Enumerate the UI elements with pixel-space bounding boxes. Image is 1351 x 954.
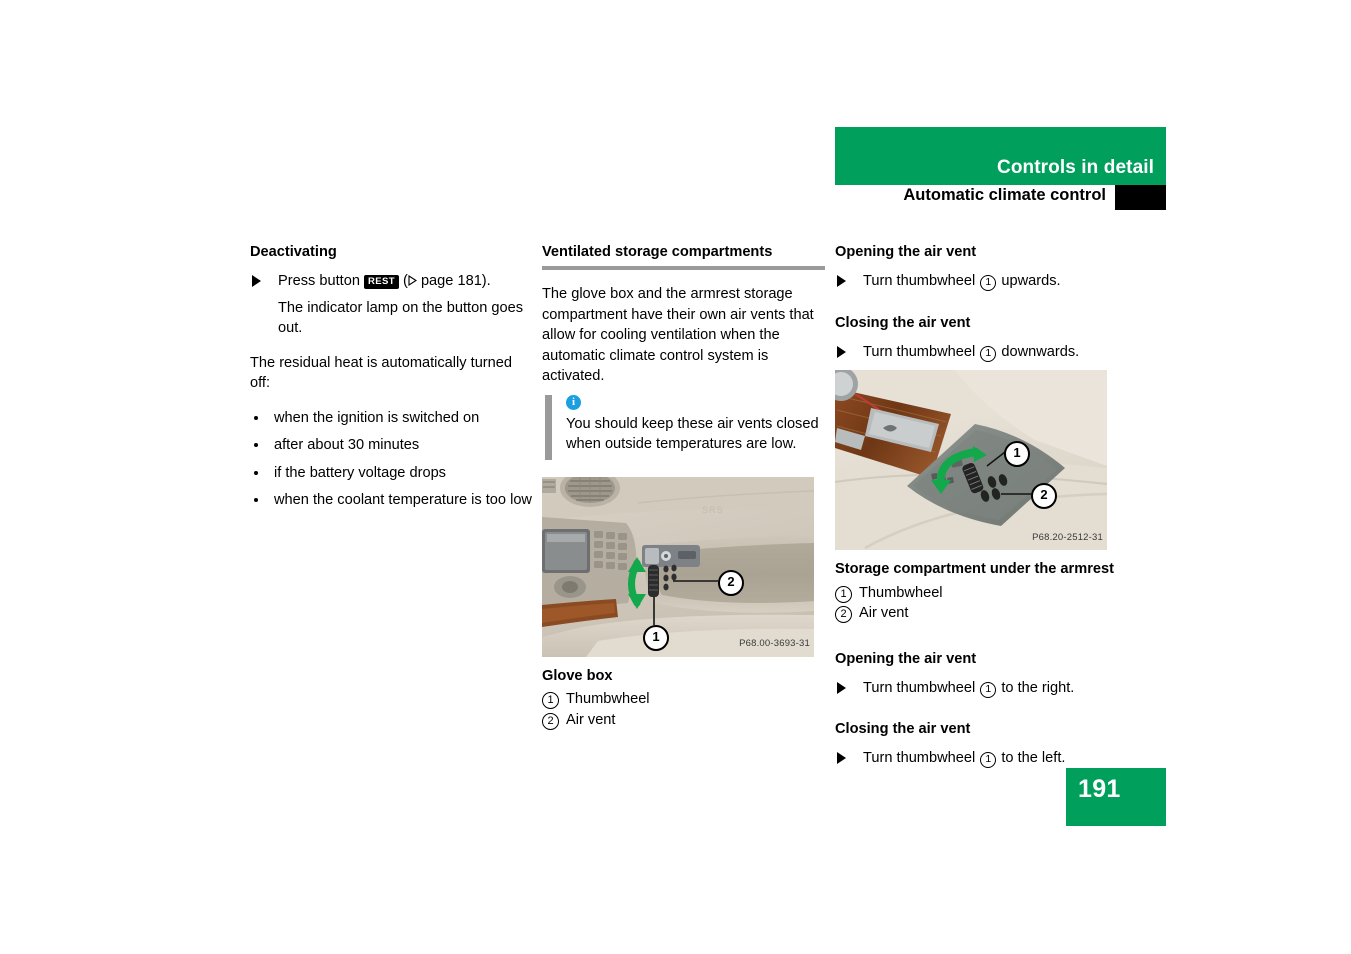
- step-triangle-icon: [837, 681, 846, 694]
- note-box: i You should keep these air vents closed…: [542, 394, 825, 460]
- list-item: after about 30 minutes: [250, 435, 533, 456]
- glove-box-photo: SRS 2 1 P68.00-3693-31: [542, 476, 814, 657]
- section-header-row: Automatic climate control: [835, 185, 1166, 212]
- step-triangle-icon: [837, 345, 846, 358]
- deactivating-heading: Deactivating: [250, 244, 337, 260]
- legend-item: 1 Thumbwheel: [835, 584, 1118, 604]
- step-text-prefix: Turn thumbwheel: [863, 273, 976, 289]
- step-text-prefix: Press button: [278, 273, 360, 289]
- armrest-legend: 1 Thumbwheel 2 Air vent: [835, 584, 1118, 624]
- legend-number: 1: [835, 585, 852, 603]
- legend-item: 2 Air vent: [542, 711, 825, 731]
- residual-heat-intro: The residual heat is automatically turne…: [250, 354, 513, 392]
- step-triangle-icon: [837, 275, 846, 287]
- callout-1: 1: [643, 624, 669, 651]
- middle-column: Ventilated storage compartments The glov…: [542, 243, 825, 731]
- glove-box-illustration: SRS: [542, 476, 814, 657]
- ventilated-storage-paragraph: The glove box and the armrest storage co…: [542, 286, 814, 384]
- inline-callout-1: 1: [980, 681, 997, 698]
- rest-button-keycap: REST: [364, 275, 399, 289]
- glove-box-legend: 1 Thumbwheel 2 Air vent: [542, 690, 825, 730]
- inline-callout-1: 1: [980, 752, 997, 768]
- armrest-caption: Storage compartment under the armrest: [835, 561, 1114, 577]
- page-number: 191: [1078, 775, 1121, 803]
- step-result-text: The indicator lamp on the button goes ou…: [278, 299, 524, 337]
- list-item: if the battery voltage drops: [250, 463, 533, 484]
- residual-heat-conditions-list: when the ignition is switched on after a…: [250, 408, 533, 511]
- legend-label: Thumbwheel: [566, 691, 650, 707]
- svg-text:SRS: SRS: [702, 505, 724, 515]
- armrest-illustration: [835, 370, 1107, 550]
- legend-item: 2 Air vent: [835, 604, 1118, 624]
- step-text-suffix: upwards.: [1001, 273, 1061, 289]
- chapter-thumb-tab: [1115, 185, 1166, 210]
- inline-callout-1: 1: [980, 345, 997, 362]
- bullet-dot-icon: [254, 415, 258, 420]
- legend-number: 2: [835, 606, 852, 623]
- closing-air-vent-heading-top: Closing the air vent: [835, 314, 971, 331]
- photo-code: P68.20-2512-31: [1032, 531, 1103, 543]
- note-text: You should keep these air vents closed w…: [566, 415, 819, 453]
- turn-thumbwheel-down-step: Turn thumbwheel 1 downwards.: [835, 342, 1118, 363]
- page-reference: page 181).: [420, 273, 491, 289]
- page-number-band: 191: [1066, 768, 1166, 826]
- legend-number: 1: [542, 692, 559, 709]
- list-item-label: after about 30 minutes: [274, 437, 420, 453]
- note-accent-bar: [545, 394, 552, 460]
- opening-air-vent-heading-top: Opening the air vent: [835, 244, 977, 260]
- step-text-prefix: Turn thumbwheel: [863, 679, 976, 696]
- callout-1: 1: [1004, 441, 1030, 467]
- legend-label: Air vent: [566, 711, 616, 728]
- legend-label: Thumbwheel: [859, 584, 943, 601]
- list-item-label: when the coolant temperature is too low: [274, 492, 532, 508]
- step-text-suffix: to the left.: [1001, 750, 1066, 766]
- legend-item: 1 Thumbwheel: [542, 690, 825, 710]
- list-item-label: if the battery voltage drops: [274, 464, 446, 481]
- inline-callout-1: 1: [980, 275, 997, 291]
- list-item: when the ignition is switched on: [250, 408, 533, 429]
- cross-reference-triangle-icon: [408, 275, 417, 286]
- ventilated-storage-heading: Ventilated storage compartments: [542, 244, 773, 260]
- section-divider: [542, 266, 825, 270]
- turn-thumbwheel-up-step: Turn thumbwheel 1 upwards.: [835, 271, 1118, 292]
- callout-2: 2: [718, 569, 744, 596]
- bullet-dot-icon: [254, 443, 258, 447]
- step-text-prefix: Turn thumbwheel: [863, 750, 976, 766]
- closing-air-vent-heading-bottom: Closing the air vent: [835, 721, 971, 737]
- info-icon: i: [566, 394, 581, 410]
- step-text-prefix: Turn thumbwheel: [863, 343, 976, 360]
- list-item-label: when the ignition is switched on: [274, 409, 480, 426]
- chapter-header-band: Controls in detail: [835, 127, 1166, 185]
- step-triangle-icon: [837, 752, 846, 764]
- turn-thumbwheel-left-step: Turn thumbwheel 1 to the left.: [835, 748, 1118, 769]
- photo-code: P68.00-3693-31: [739, 638, 810, 649]
- section-title: Automatic climate control: [903, 186, 1106, 204]
- step-text-suffix: to the right.: [1001, 679, 1075, 696]
- callout-2: 2: [1031, 483, 1057, 509]
- right-column: Opening the air vent Turn thumbwheel 1 u…: [835, 243, 1118, 775]
- glove-box-caption: Glove box: [542, 667, 613, 684]
- armrest-storage-photo: 1 2 P68.20-2512-31: [835, 370, 1107, 550]
- step-text-suffix: downwards.: [1001, 343, 1080, 360]
- bullet-dot-icon: [254, 470, 258, 475]
- bullet-dot-icon: [254, 498, 258, 502]
- left-column: Deactivating Press button REST ( page 18…: [250, 243, 533, 518]
- turn-thumbwheel-right-step: Turn thumbwheel 1 to the right.: [835, 678, 1118, 699]
- step-triangle-icon: [252, 275, 261, 287]
- opening-air-vent-heading-bottom: Opening the air vent: [835, 650, 977, 667]
- press-rest-button-step: Press button REST ( page 181).: [250, 271, 533, 292]
- legend-label: Air vent: [859, 605, 909, 621]
- legend-number: 2: [542, 712, 559, 730]
- list-item: when the coolant temperature is too low: [250, 490, 533, 511]
- chapter-title: Controls in detail: [997, 157, 1154, 178]
